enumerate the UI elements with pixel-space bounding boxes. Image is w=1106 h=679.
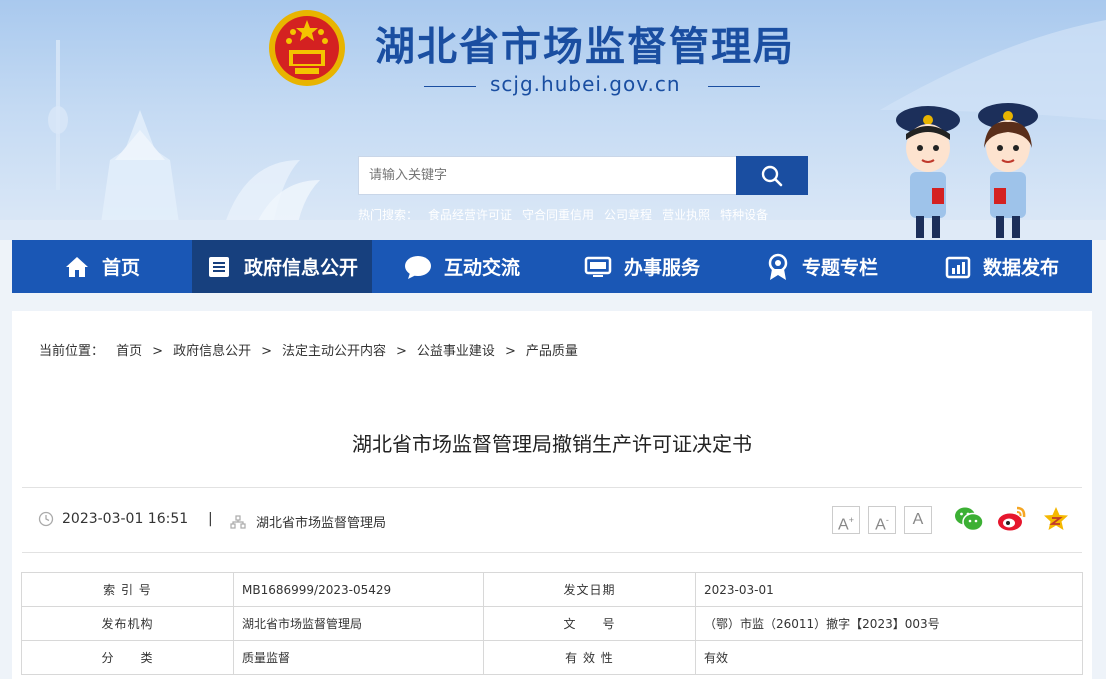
site-url: scjg.hubei.gov.cn: [490, 72, 681, 96]
hot-search-term[interactable]: 特种设备: [720, 208, 768, 222]
breadcrumb-item-statutory[interactable]: 法定主动公开内容: [282, 344, 386, 359]
monitor-icon: [584, 256, 612, 277]
chat-icon: [404, 255, 431, 279]
weibo-icon[interactable]: [997, 505, 1027, 533]
url-divider-left: [424, 86, 476, 87]
table-row: 索 引 号 MB1686999/2023-05429 发文日期 2023-03-…: [21, 572, 1083, 607]
breadcrumb-separator: >: [152, 344, 164, 359]
nav-item-label: 政府信息公开: [243, 257, 358, 279]
index-number-value: MB1686999/2023-05429: [233, 572, 484, 607]
hot-search-term[interactable]: 守合同重信用: [522, 208, 594, 222]
favorite-star-icon[interactable]: [1042, 505, 1070, 533]
nav-item-special-topics[interactable]: 专题专栏: [732, 240, 912, 293]
breadcrumb-item-public-welfare[interactable]: 公益事业建设: [417, 344, 495, 359]
mascot-illustration: [896, 103, 1038, 238]
breadcrumb-separator: >: [396, 344, 407, 359]
meta-divider: |: [208, 511, 213, 527]
document-number-value: （鄂）市监（26011）撤字【2023】003号: [695, 606, 1083, 641]
hot-search-row: 热门搜索： 食品经营许可证 守合同重信用 公司章程 营业执照 特种设备: [358, 206, 778, 223]
nav-item-label: 办事服务: [623, 257, 700, 279]
article-source-text: 湖北省市场监督管理局: [256, 516, 387, 531]
nav-item-data-release[interactable]: 数据发布: [912, 240, 1092, 293]
category-value: 质量监督: [233, 640, 484, 675]
header-banner: 湖北省市场监督管理局 scjg.hubei.gov.cn 热门搜索： 食品经营许可…: [0, 0, 1106, 240]
nav-item-label: 互动交流: [443, 257, 520, 279]
index-number-label: 索 引 号: [21, 572, 234, 607]
breadcrumb: 当前位置： 首页 > 政府信息公开 > 法定主动公开内容 > 公益事业建设 > 产品质量: [39, 340, 578, 359]
site-title: 湖北省市场监督管理局: [375, 24, 795, 70]
font-decrease-button[interactable]: A-: [868, 506, 896, 534]
content-panel: 当前位置： 首页 > 政府信息公开 > 法定主动公开内容 > 公益事业建设 > 产品质量 湖北省…: [12, 311, 1092, 679]
article-meta-bar: 2023-03-01 16:51 | 湖北省市场监督管理局 A+ A- A: [22, 487, 1082, 553]
org-icon: [230, 514, 246, 529]
document-icon: [208, 256, 229, 277]
nav-item-gov-info[interactable]: 政府信息公开: [192, 240, 372, 293]
validity-label: 有 效 性: [483, 640, 696, 675]
nav-item-label: 数据发布: [982, 257, 1059, 279]
category-label: 分 类: [21, 640, 234, 675]
hot-search-term[interactable]: 食品经营许可证: [428, 208, 512, 222]
document-info-table: 索 引 号 MB1686999/2023-05429 发文日期 2023-03-…: [21, 572, 1083, 675]
document-number-label: 文 号: [483, 606, 696, 641]
nav-item-label: 首页: [101, 257, 140, 279]
national-emblem-icon: [269, 10, 345, 86]
font-default-button[interactable]: A: [904, 506, 932, 534]
breadcrumb-item-home[interactable]: 首页: [116, 344, 142, 359]
main-nav: 首页 政府信息公开 互动交流 办事服务 专题专栏 数据发布: [12, 240, 1092, 293]
issue-date-value: 2023-03-01: [695, 572, 1083, 607]
nav-item-interaction[interactable]: 互动交流: [372, 240, 552, 293]
search-button[interactable]: [736, 156, 808, 195]
nav-item-label: 专题专栏: [801, 257, 878, 279]
article-title: 湖北省市场监督管理局撤销生产许可证决定书: [352, 432, 752, 456]
issue-date-label: 发文日期: [483, 572, 696, 607]
publish-datetime: 2023-03-01 16:51: [38, 511, 188, 527]
hot-search-term[interactable]: 营业执照: [662, 208, 710, 222]
nav-item-services[interactable]: 办事服务: [552, 240, 732, 293]
nav-item-home[interactable]: 首页: [12, 240, 192, 293]
chart-icon: [945, 256, 971, 278]
hot-search-term[interactable]: 公司章程: [604, 208, 652, 222]
breadcrumb-item-product-quality[interactable]: 产品质量: [526, 344, 578, 359]
award-icon: [768, 253, 788, 280]
search-input[interactable]: [358, 156, 736, 195]
home-icon: [65, 256, 88, 277]
breadcrumb-label: 当前位置：: [39, 344, 105, 359]
wechat-icon[interactable]: [954, 505, 984, 533]
table-row: 分 类 质量监督 有 效 性 有效: [21, 640, 1083, 675]
clock-icon: [38, 511, 54, 527]
publish-datetime-text: 2023-03-01 16:51: [62, 511, 189, 527]
breadcrumb-item-gov-info[interactable]: 政府信息公开: [173, 344, 251, 359]
validity-value: 有效: [695, 640, 1083, 675]
article-source: 湖北省市场监督管理局: [230, 512, 386, 531]
publisher-value: 湖北省市场监督管理局: [233, 606, 484, 641]
breadcrumb-separator: >: [504, 344, 516, 359]
table-row: 发布机构 湖北省市场监督管理局 文 号 （鄂）市监（26011）撤字【2023】…: [21, 606, 1083, 641]
hot-search-label: 热门搜索：: [358, 208, 419, 222]
breadcrumb-separator: >: [261, 344, 272, 359]
url-divider-right: [708, 86, 760, 87]
publisher-label: 发布机构: [21, 606, 234, 641]
search-icon: [761, 165, 783, 186]
font-increase-button[interactable]: A+: [832, 506, 860, 534]
